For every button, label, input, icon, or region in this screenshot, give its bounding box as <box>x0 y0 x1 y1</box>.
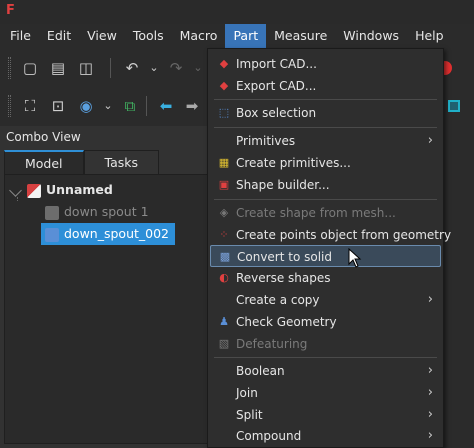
submenu-arrow-icon: › <box>427 292 433 307</box>
toolbar-separator <box>110 58 111 78</box>
menu-separator <box>214 99 437 100</box>
draw-style-icon[interactable]: ◉ <box>76 96 96 116</box>
menu-separator <box>214 357 437 358</box>
shape-from-mesh-icon: ◈ <box>219 206 229 219</box>
create-primitives-icon: ▦ <box>218 156 230 169</box>
combo-tab-bar: Model Tasks <box>4 150 160 174</box>
menu-item-boolean[interactable]: Boolean › <box>210 360 441 382</box>
menu-item-box-selection[interactable]: ⬚ Box selection <box>210 102 441 124</box>
redo-icon[interactable]: ↷ <box>166 58 186 78</box>
menu-item-export-cad[interactable]: ◆ Export CAD... <box>210 75 441 97</box>
combo-view-title: Combo View <box>6 130 81 144</box>
part-menu-dropdown: ◆ Import CAD... ◆ Export CAD... ⬚ Box selec… <box>207 48 451 448</box>
redo-dropdown-icon[interactable]: ⌄ <box>188 58 208 78</box>
tab-model[interactable]: Model <box>4 150 84 174</box>
document-icon <box>27 183 41 198</box>
menu-item-shape-builder[interactable]: ▣ Shape builder... <box>210 174 441 196</box>
menu-item-points-object[interactable]: ⁘ Create points object from geometry <box>210 224 451 246</box>
submenu-arrow-icon: › <box>427 428 433 443</box>
menu-item-join[interactable]: Join › <box>210 382 441 404</box>
menu-part[interactable]: Part <box>225 24 267 48</box>
menu-item-shape-from-mesh: ◈ Create shape from mesh... <box>210 202 441 224</box>
submenu-arrow-icon: › <box>427 407 433 422</box>
menu-item-defeaturing: ▧ Defeaturing <box>218 337 308 351</box>
collapse-arrow-icon[interactable] <box>9 184 22 197</box>
tree-row-down-spout-1[interactable]: down spout 1 <box>45 201 149 223</box>
defeaturing-icon: ▧ <box>218 337 230 350</box>
menu-view[interactable]: View <box>79 24 125 48</box>
menu-macro[interactable]: Macro <box>172 24 226 48</box>
draw-style-dropdown-icon[interactable]: ⌄ <box>98 96 118 116</box>
toolbar-handle[interactable] <box>8 95 11 117</box>
back-arrow-icon[interactable]: ⬅ <box>156 96 176 116</box>
undo-dropdown-icon[interactable]: ⌄ <box>144 58 164 78</box>
freecad-icon: F <box>6 3 15 18</box>
menu-item-check-geometry[interactable]: ♟ Check Geometry <box>210 311 441 333</box>
toolbar-handle[interactable] <box>8 57 11 79</box>
shape-icon <box>45 205 59 220</box>
menu-item-create-primitives[interactable]: ▦ Create primitives... <box>210 152 441 174</box>
points-object-icon: ⁘ <box>219 228 229 241</box>
solid-shape-icon <box>45 227 59 242</box>
menu-help[interactable]: Help <box>407 24 452 48</box>
shape-builder-icon: ▣ <box>218 178 230 191</box>
menu-measure[interactable]: Measure <box>266 24 335 48</box>
submenu-arrow-icon: › <box>427 385 433 400</box>
menu-separator <box>214 199 437 200</box>
box-selection-icon: ⬚ <box>218 106 230 119</box>
mouse-cursor-icon <box>348 248 362 268</box>
menu-item-reverse-shapes[interactable]: ◐ Reverse shapes <box>210 267 441 289</box>
menu-bar: File Edit View Tools Macro Part Measure … <box>0 24 474 48</box>
menu-windows[interactable]: Windows <box>335 24 407 48</box>
import-cad-icon: ◆ <box>219 57 229 70</box>
title-bar: F <box>0 0 474 24</box>
fit-all-icon[interactable]: ⛶ <box>20 96 40 116</box>
submenu-arrow-icon: › <box>427 363 433 378</box>
menu-item-create-copy[interactable]: Create a copy › <box>210 289 441 311</box>
combo-view-panel: Combo View Model Tasks Unnamed down spou… <box>0 126 212 448</box>
menu-item-import-cad[interactable]: ◆ Import CAD... <box>210 53 441 75</box>
reverse-shapes-icon: ◐ <box>219 271 229 284</box>
tree-label: down_spout_002 <box>64 226 170 241</box>
menu-item-primitives[interactable]: Primitives › <box>210 130 441 152</box>
menu-item-split[interactable]: Split › <box>210 404 441 426</box>
save-icon[interactable]: ◫ <box>76 58 96 78</box>
undo-icon[interactable]: ↶ <box>122 58 142 78</box>
model-tree: Unnamed down spout 1 down_spout_002 <box>4 174 208 444</box>
menu-edit[interactable]: Edit <box>39 24 79 48</box>
forward-arrow-icon[interactable]: ➡ <box>182 96 202 116</box>
open-file-icon[interactable]: ▤ <box>48 58 68 78</box>
menu-item-compound[interactable]: Compound › <box>210 425 441 447</box>
menu-file[interactable]: File <box>0 24 39 48</box>
fit-selection-icon[interactable]: ⊡ <box>48 96 68 116</box>
menu-item-convert-to-solid[interactable]: ▩ Convert to solid <box>210 245 441 267</box>
sync-view-icon[interactable]: ⧉ <box>120 96 140 116</box>
submenu-arrow-icon: › <box>427 133 433 148</box>
export-cad-icon: ◆ <box>219 79 229 92</box>
menu-tools[interactable]: Tools <box>125 24 172 48</box>
view-cube-icon[interactable] <box>448 100 460 112</box>
check-geometry-icon: ♟ <box>219 315 229 328</box>
new-file-icon[interactable]: ▢ <box>20 58 40 78</box>
tree-label: down spout 1 <box>64 204 149 219</box>
tab-tasks[interactable]: Tasks <box>83 150 160 174</box>
menu-separator <box>214 127 437 128</box>
tree-row-down-spout-002[interactable]: down_spout_002 <box>41 223 176 245</box>
tree-row-root[interactable]: Unnamed <box>5 179 205 201</box>
toolbar-separator <box>146 96 147 116</box>
tree-label-root: Unnamed <box>46 182 113 197</box>
convert-solid-icon: ▩ <box>219 250 231 263</box>
